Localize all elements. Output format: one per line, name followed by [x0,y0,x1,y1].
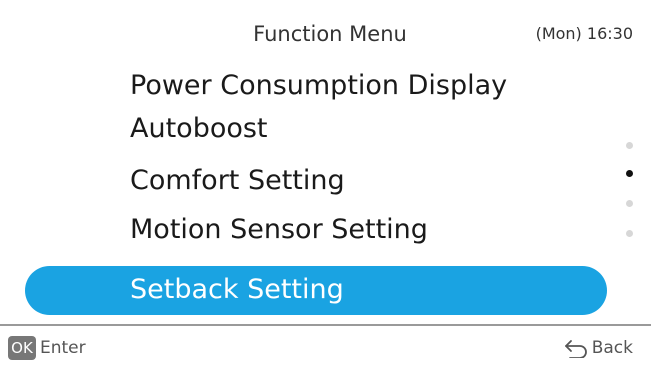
page-dot-2-active [626,170,633,177]
enter-hint-label: Enter [40,338,86,358]
menu-item-power-consumption-display[interactable]: Power Consumption Display [130,70,507,101]
page-dot-3 [626,200,633,207]
ok-key-badge[interactable]: OK [8,336,36,360]
page-title: Function Menu [253,22,407,46]
back-button[interactable]: Back [564,336,633,360]
back-arrow-icon [564,340,587,358]
footer-divider [0,324,651,326]
page-dot-4 [626,230,633,237]
menu-item-setback-setting-selected[interactable]: Setback Setting [25,266,607,315]
function-menu-screen: Function Menu (Mon) 16:30 Power Consumpt… [0,0,651,372]
selected-item-label: Setback Setting [130,274,344,305]
back-label: Back [591,338,633,358]
menu-item-motion-sensor-setting[interactable]: Motion Sensor Setting [130,214,428,245]
menu-item-comfort-setting[interactable]: Comfort Setting [130,165,345,196]
menu-item-autoboost[interactable]: Autoboost [130,113,268,144]
page-indicator [622,140,638,240]
page-dot-1 [626,142,633,149]
clock-display: (Mon) 16:30 [535,24,633,43]
